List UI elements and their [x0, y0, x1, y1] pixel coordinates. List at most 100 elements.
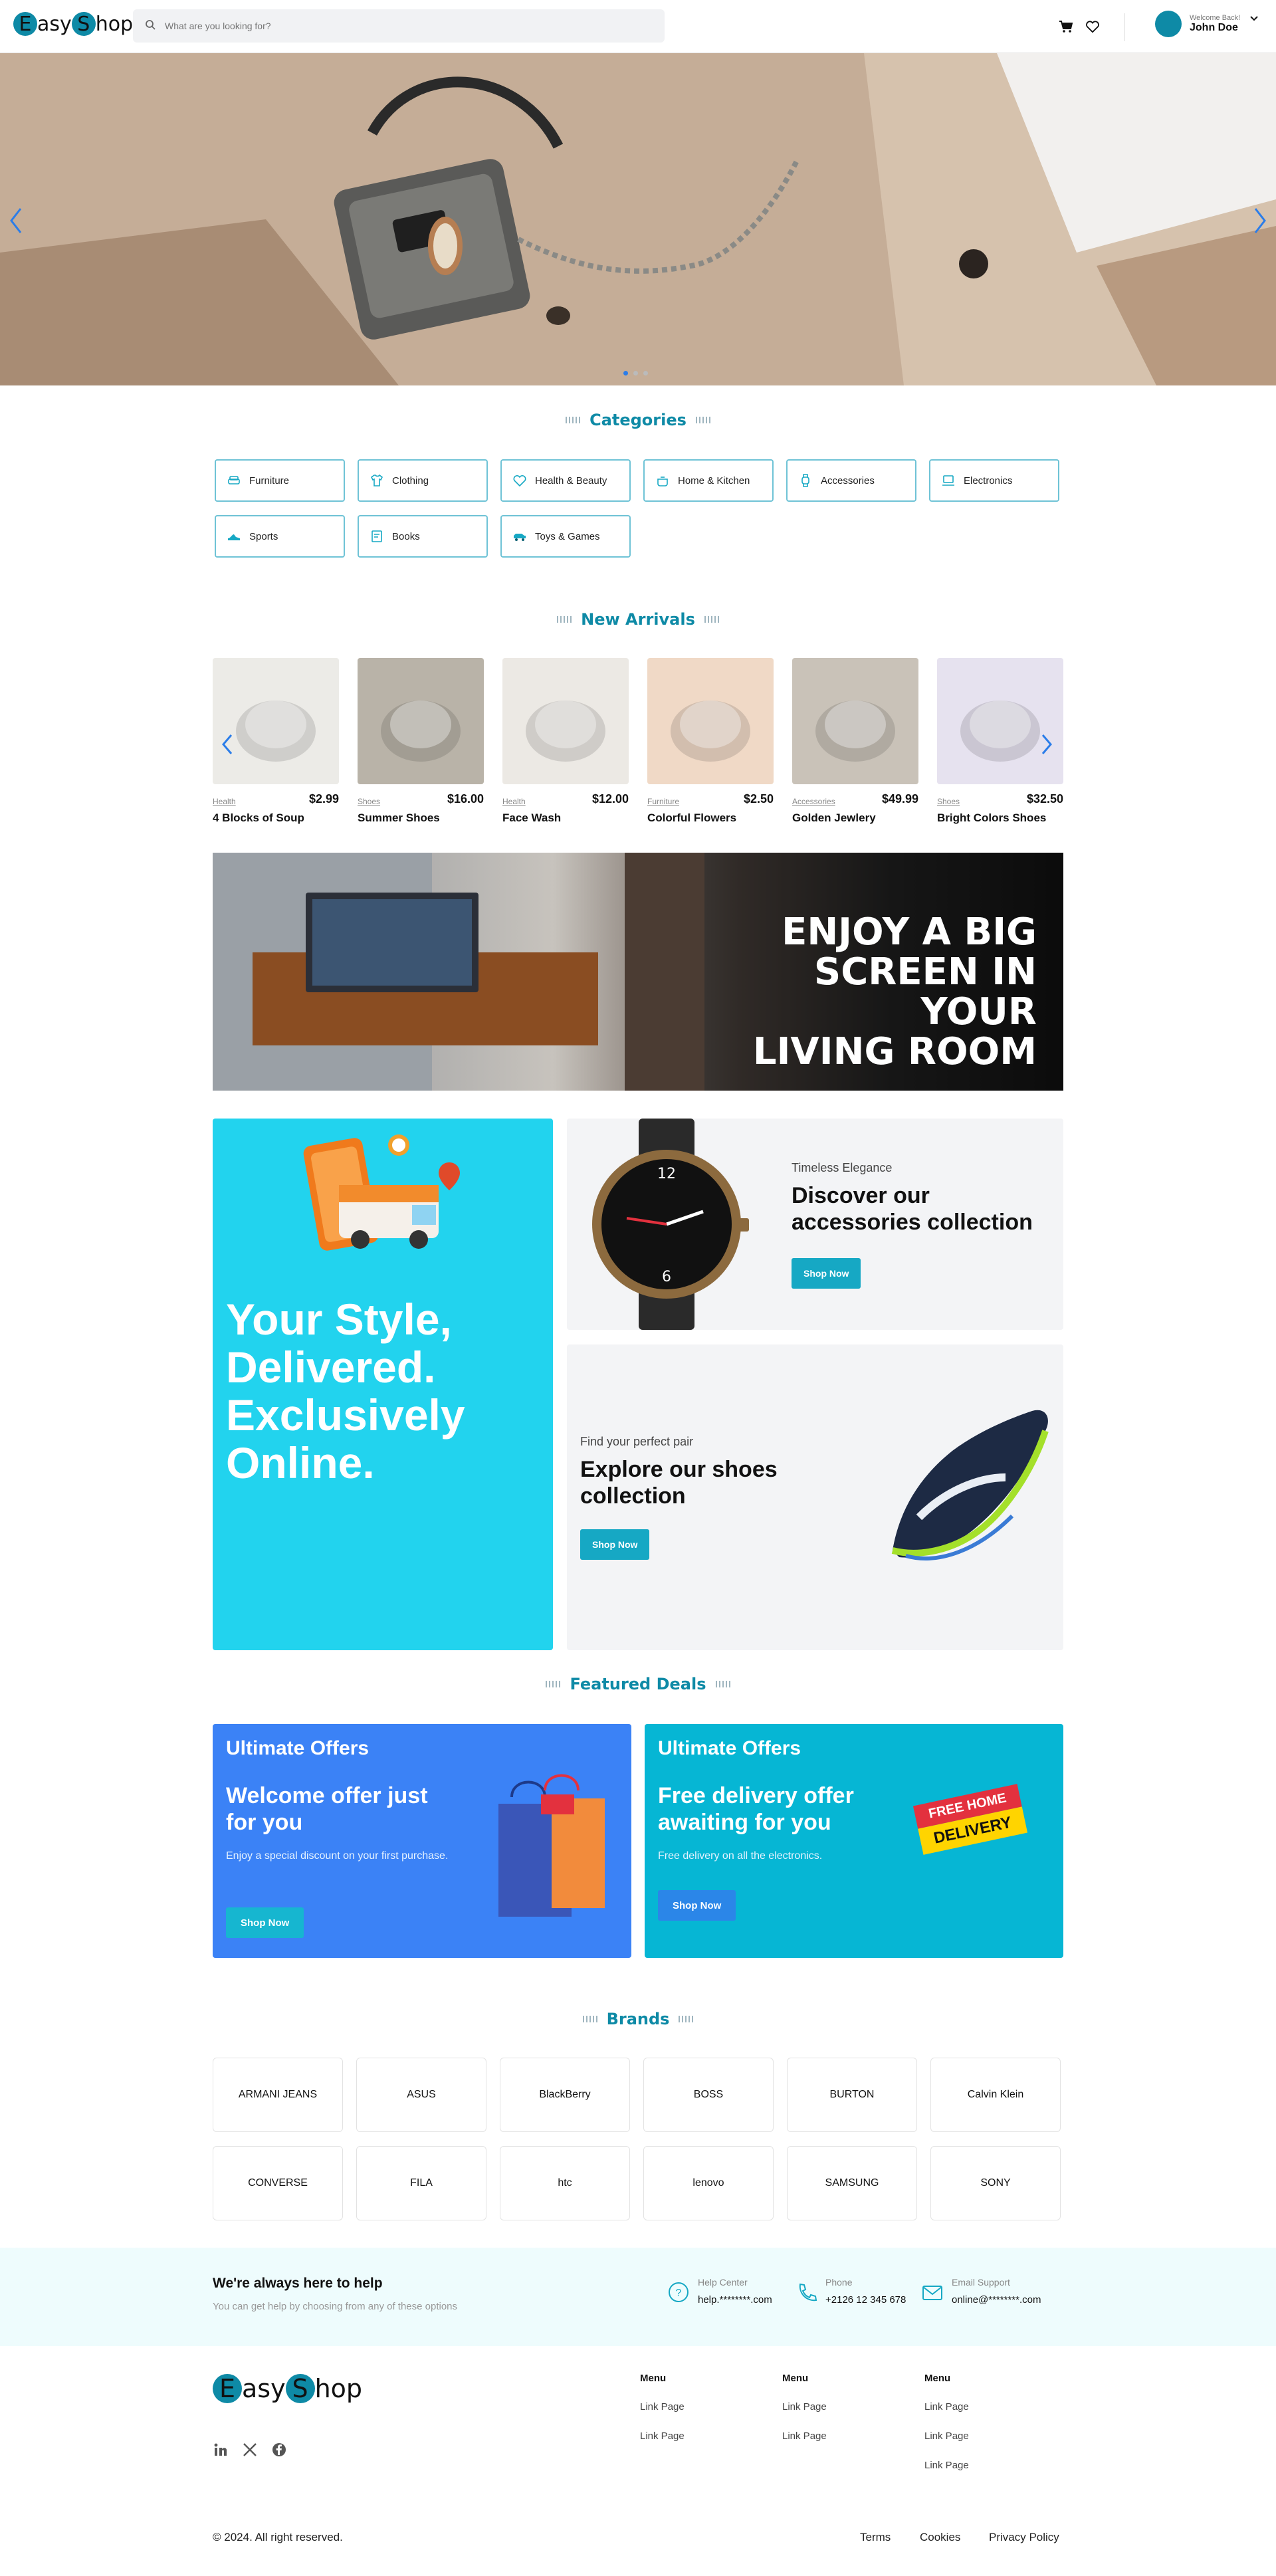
product-image[interactable] — [502, 658, 629, 784]
x-icon[interactable] — [242, 2442, 258, 2461]
privacy-policy-link[interactable]: Privacy Policy — [989, 2531, 1059, 2544]
product-image[interactable] — [647, 658, 774, 784]
footer-link[interactable]: Link Page — [640, 2401, 685, 2413]
category-label: Furniture — [249, 475, 290, 486]
category-home-kitchen[interactable]: Home & Kitchen — [643, 459, 774, 502]
hero-image — [0, 53, 1276, 385]
product-card[interactable]: Health $12.00 Face Wash — [502, 658, 629, 825]
chevron-down-icon[interactable] — [1249, 13, 1259, 25]
product-category[interactable]: Accessories — [792, 797, 835, 806]
brand-blackberry[interactable]: BlackBerry — [500, 2058, 630, 2132]
product-card[interactable]: Furniture $2.50 Colorful Flowers — [647, 658, 774, 825]
category-label: Books — [392, 530, 420, 542]
category-electronics[interactable]: Electronics — [929, 459, 1059, 502]
brand-boss[interactable]: BOSS — [643, 2058, 774, 2132]
product-category[interactable]: Health — [502, 797, 526, 806]
product-card[interactable]: Shoes $16.00 Summer Shoes — [358, 658, 484, 825]
product-name[interactable]: Bright Colors Shoes — [937, 811, 1063, 825]
brand-lenovo[interactable]: lenovo — [643, 2146, 774, 2220]
product-category[interactable]: Furniture — [647, 797, 679, 806]
free-delivery-card[interactable]: Ultimate Offers Free delivery offer awai… — [645, 1724, 1063, 1958]
footer-menu-3: Menu Link Page Link Page Link Page — [924, 2373, 969, 2471]
footer-link[interactable]: Link Page — [640, 2430, 685, 2442]
terms-link[interactable]: Terms — [860, 2531, 891, 2544]
new-arrivals-heading: New Arrivals — [0, 610, 1276, 629]
hero-dot-2[interactable] — [633, 371, 638, 376]
email-support-item[interactable]: Email Support online@********.com — [921, 2277, 1041, 2306]
category-accessories[interactable]: Accessories — [786, 459, 916, 502]
hero-dot-3[interactable] — [643, 371, 648, 376]
category-health-beauty[interactable]: Health & Beauty — [500, 459, 631, 502]
footer-link[interactable]: Link Page — [782, 2401, 827, 2413]
brand-samsung[interactable]: SAMSUNG — [787, 2146, 917, 2220]
footer-link[interactable]: Link Page — [924, 2460, 969, 2471]
brand-fila[interactable]: FILA — [356, 2146, 486, 2220]
category-books[interactable]: Books — [358, 515, 488, 558]
product-image[interactable] — [358, 658, 484, 784]
product-image[interactable] — [792, 658, 918, 784]
hero-prev-arrow[interactable] — [3, 201, 29, 241]
category-sports[interactable]: Sports — [215, 515, 345, 558]
product-image[interactable] — [213, 658, 339, 784]
product-image[interactable] — [937, 658, 1063, 784]
search-bar[interactable] — [133, 9, 665, 43]
heart-icon[interactable] — [1083, 17, 1102, 36]
product-name[interactable]: Face Wash — [502, 811, 629, 825]
category-label: Home & Kitchen — [678, 475, 750, 486]
product-category[interactable]: Shoes — [937, 797, 960, 806]
brand-sony[interactable]: SONY — [930, 2146, 1061, 2220]
brand-calvin-klein[interactable]: Calvin Klein — [930, 2058, 1061, 2132]
product-name[interactable]: 4 Blocks of Soup — [213, 811, 339, 825]
brand-logo: SONY — [980, 2177, 1011, 2189]
arrivals-next-arrow[interactable] — [1037, 731, 1057, 758]
category-label: Toys & Games — [535, 530, 600, 542]
accessories-kicker: Timeless Elegance — [792, 1161, 893, 1174]
footer-link[interactable]: Link Page — [782, 2430, 827, 2442]
category-toys-games[interactable]: Toys & Games — [500, 515, 631, 558]
avatar[interactable] — [1155, 11, 1182, 37]
brand-htc[interactable]: htc — [500, 2146, 630, 2220]
phone-item[interactable]: Phone +2126 12 345 678 — [795, 2277, 906, 2306]
toy-car-icon — [512, 529, 527, 544]
brand-armani-jeans[interactable]: ARMANI JEANS — [213, 2058, 343, 2132]
category-clothing[interactable]: Clothing — [358, 459, 488, 502]
deal-kicker: Ultimate Offers — [226, 1737, 370, 1759]
footer-link[interactable]: Link Page — [924, 2401, 969, 2413]
product-price: $49.99 — [881, 792, 918, 805]
category-furniture[interactable]: Furniture — [215, 459, 345, 502]
sofa-icon — [227, 473, 241, 488]
footer-link[interactable]: Link Page — [924, 2430, 969, 2442]
welcome-shop-now-button[interactable]: Shop Now — [226, 1907, 304, 1938]
delivery-shop-now-button[interactable]: Shop Now — [658, 1890, 736, 1921]
user-menu[interactable]: Welcome Back! John Doe — [1155, 11, 1259, 37]
category-label: Health & Beauty — [535, 475, 607, 486]
cookies-link[interactable]: Cookies — [920, 2531, 960, 2544]
product-name[interactable]: Colorful Flowers — [647, 811, 774, 825]
product-name[interactable]: Summer Shoes — [358, 811, 484, 825]
shoes-kicker: Find your perfect pair — [580, 1435, 694, 1448]
linkedin-icon[interactable] — [213, 2442, 229, 2461]
arrivals-prev-arrow[interactable] — [217, 731, 237, 758]
accessories-shop-now-button[interactable]: Shop Now — [792, 1258, 861, 1289]
search-input[interactable] — [165, 21, 630, 31]
facebook-icon[interactable] — [271, 2442, 287, 2461]
brand-converse[interactable]: CONVERSE — [213, 2146, 343, 2220]
product-name[interactable]: Golden Jewlery — [792, 811, 918, 825]
accessories-title: Discover our accessories collection — [792, 1183, 1033, 1235]
brand-asus[interactable]: ASUS — [356, 2058, 486, 2132]
hero-dot-1[interactable] — [623, 371, 628, 376]
footer-logo[interactable]: Easy Shop — [213, 2374, 362, 2403]
shoes-shop-now-button[interactable]: Shop Now — [580, 1529, 650, 1560]
hero-next-arrow[interactable] — [1247, 201, 1273, 241]
help-center-item[interactable]: ? Help Center help.********.com — [667, 2277, 772, 2306]
cart-icon[interactable] — [1057, 17, 1075, 36]
product-card[interactable]: Accessories $49.99 Golden Jewlery — [792, 658, 918, 825]
product-category[interactable]: Shoes — [358, 797, 380, 806]
logo[interactable]: Easy Shop — [13, 12, 133, 36]
product-category[interactable]: Health — [213, 797, 236, 806]
help-title: We're always here to help — [213, 2276, 383, 2291]
tv-banner[interactable]: ENJOY A BIG SCREEN IN YOUR LIVING ROOM — [213, 853, 1063, 1091]
welcome-offer-card[interactable]: Ultimate Offers Welcome offer just for y… — [213, 1724, 631, 1958]
brands-heading: Brands — [0, 2010, 1276, 2028]
brand-burton[interactable]: BURTON — [787, 2058, 917, 2132]
